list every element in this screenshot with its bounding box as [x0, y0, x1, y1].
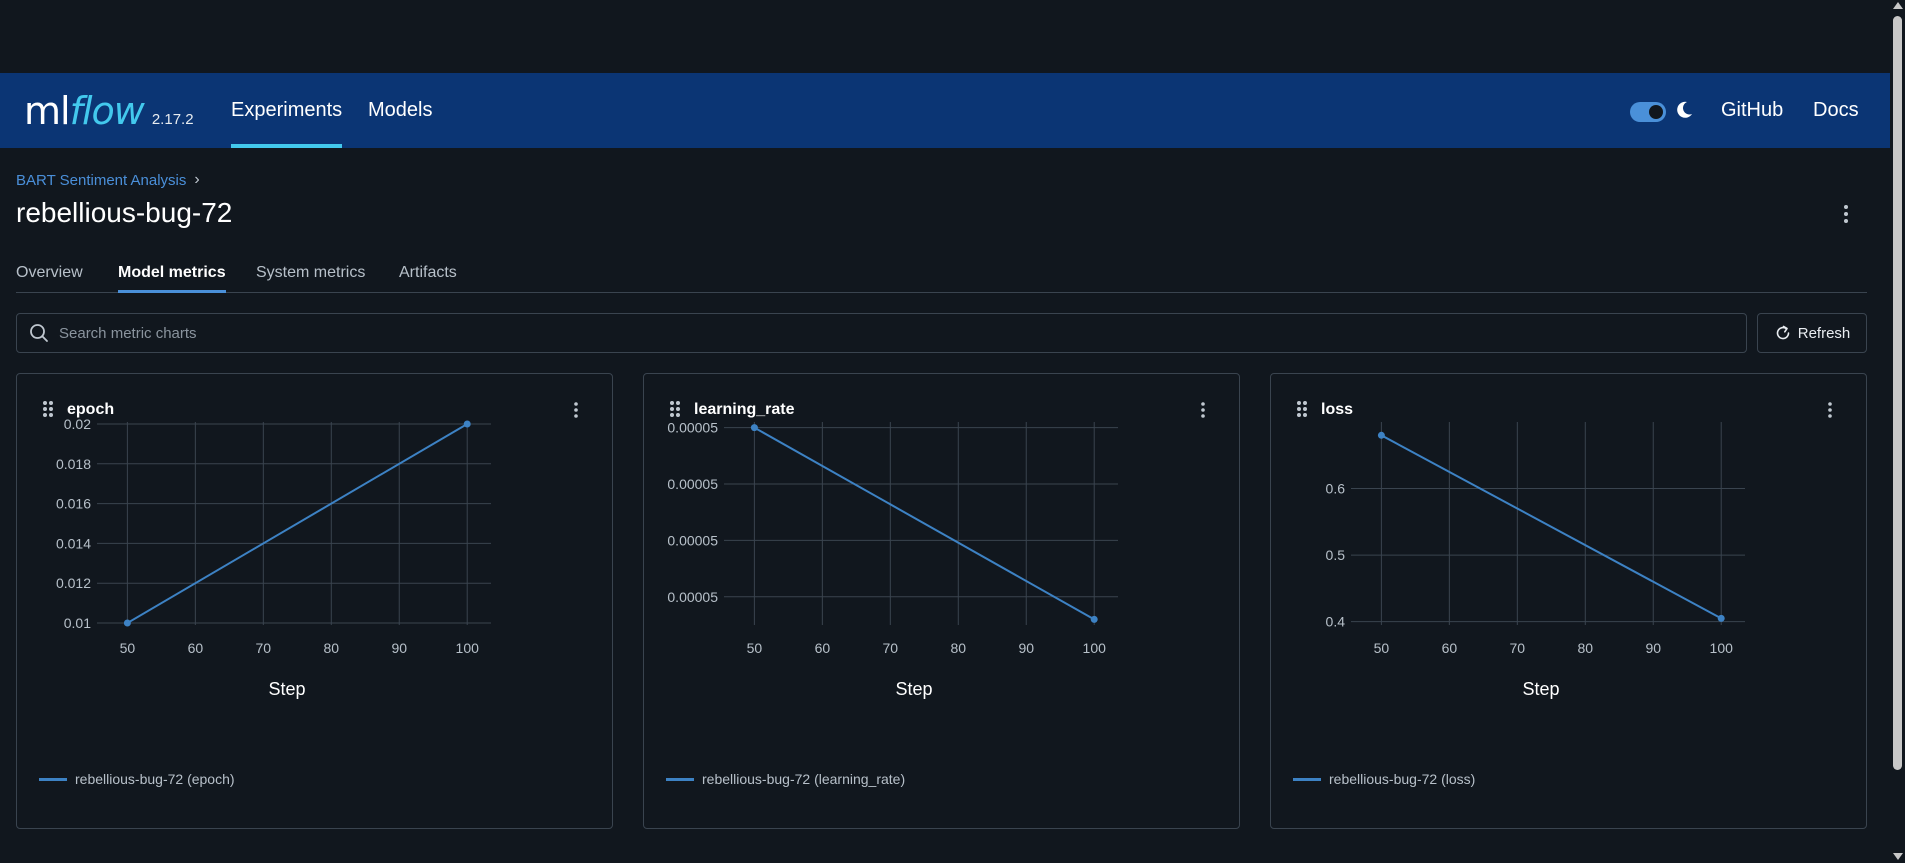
breadcrumb-experiment-link[interactable]: BART Sentiment Analysis: [16, 172, 186, 189]
y-tick-label: 0.012: [56, 575, 91, 591]
nav-docs[interactable]: Docs: [1813, 73, 1859, 148]
legend-label: rebellious-bug-72 (loss): [1329, 771, 1476, 787]
legend-label: rebellious-bug-72 (learning_rate): [702, 771, 906, 787]
chart-plot[interactable]: 50 60 70 80 90 100 0.4 0.5 0.6 Step: [1271, 374, 1868, 764]
breadcrumb-chevron-icon: ›: [194, 171, 200, 188]
y-tick-label: 0.00005: [667, 532, 718, 548]
top-strip: [0, 0, 1890, 73]
chart-plot[interactable]: 50 60 70 80 90 100 0.00005 0.00005 0.00005 0.0000…: [644, 374, 1241, 764]
legend-label: rebellious-bug-72 (epoch): [75, 771, 235, 787]
refresh-button[interactable]: Refresh: [1757, 313, 1867, 353]
run-tabs: Overview Model metrics System metrics Ar…: [16, 262, 1867, 293]
x-tick-label: 90: [391, 640, 407, 656]
x-tick-label: 100: [456, 640, 480, 656]
y-tick-label: 0.014: [56, 535, 91, 551]
series-line: [753, 426, 1095, 621]
x-tick-label: 70: [1510, 640, 1526, 656]
refresh-icon: [1776, 325, 1790, 340]
x-axis-title: Step: [1522, 679, 1559, 699]
data-point: [123, 619, 131, 627]
x-tick-label: 90: [1645, 640, 1661, 656]
y-tick-label: 0.01: [64, 615, 91, 631]
tab-system-metrics[interactable]: System metrics: [256, 264, 365, 293]
tab-overview[interactable]: Overview: [16, 264, 83, 293]
x-tick-label: 80: [1577, 640, 1593, 656]
chart-card-learning-rate: learning_rate 50 60 70 80 90 100 0.00005 0.0000…: [643, 373, 1240, 829]
run-actions-kebab-icon[interactable]: [1838, 202, 1854, 226]
x-tick-label: 60: [1442, 640, 1458, 656]
chart-card-epoch: epoch 50 60 70 80 90 100 0.01 0.012 0.014 0.016 0.…: [16, 373, 613, 829]
chart-legend-item[interactable]: rebellious-bug-72 (loss): [1293, 771, 1475, 787]
scrollbar-thumb[interactable]: [1893, 16, 1902, 770]
logo-ml-text: ml: [24, 89, 71, 133]
chart-legend-item[interactable]: rebellious-bug-72 (epoch): [39, 771, 235, 787]
data-point: [1090, 615, 1098, 623]
x-tick-label: 90: [1018, 640, 1034, 656]
y-tick-label: 0.016: [56, 496, 91, 512]
logo-flow-text: flow: [69, 89, 145, 133]
x-tick-label: 50: [747, 640, 763, 656]
breadcrumb: BART Sentiment Analysis ›: [16, 171, 200, 189]
data-point: [1717, 614, 1725, 622]
chart-legend-item[interactable]: rebellious-bug-72 (learning_rate): [666, 771, 905, 787]
x-tick-label: 60: [815, 640, 831, 656]
x-tick-label: 50: [1374, 640, 1390, 656]
series-line: [1380, 434, 1722, 620]
series-line: [126, 423, 468, 624]
chart-plot[interactable]: 50 60 70 80 90 100 0.01 0.012 0.014 0.016 0.018 0.0…: [17, 374, 614, 764]
y-tick-label: 0.02: [64, 416, 91, 432]
theme-toggle[interactable]: [1630, 102, 1666, 122]
tab-model-metrics[interactable]: Model metrics: [118, 264, 226, 293]
scroll-down-arrow-icon[interactable]: [1893, 853, 1903, 860]
search-box: [16, 313, 1747, 353]
data-point: [750, 424, 758, 432]
y-tick-label: 0.00005: [667, 476, 718, 492]
y-tick-label: 0.6: [1326, 481, 1346, 497]
x-tick-label: 70: [256, 640, 272, 656]
top-navbar: ml flow 2.17.2 Experiments Models GitHub …: [0, 73, 1890, 148]
moon-icon: [1677, 101, 1692, 118]
y-tick-label: 0.018: [56, 456, 91, 472]
y-tick-label: 0.00005: [667, 420, 718, 436]
search-icon: [30, 324, 48, 342]
page-title: rebellious-bug-72: [16, 197, 233, 228]
scroll-up-arrow-icon[interactable]: [1893, 2, 1903, 9]
legend-swatch: [1293, 777, 1321, 781]
x-tick-label: 80: [323, 640, 339, 656]
nav-models[interactable]: Models: [368, 73, 432, 148]
x-axis-title: Step: [268, 679, 305, 699]
mlflow-logo[interactable]: ml flow 2.17.2: [24, 89, 194, 133]
version-label: 2.17.2: [151, 111, 194, 128]
page-scrollbar[interactable]: [1890, 0, 1905, 863]
legend-swatch: [39, 777, 67, 781]
x-tick-label: 100: [1710, 640, 1734, 656]
x-tick-label: 100: [1083, 640, 1107, 656]
tab-artifacts[interactable]: Artifacts: [399, 264, 457, 293]
chart-card-loss: loss 50 60 70 80 90 100 0.4 0.5 0.6 Step rebellio…: [1270, 373, 1867, 829]
data-point: [463, 420, 471, 428]
x-tick-label: 50: [120, 640, 136, 656]
toggle-knob: [1649, 105, 1663, 119]
search-metric-charts-input[interactable]: [59, 324, 1659, 342]
y-tick-label: 0.5: [1326, 547, 1346, 563]
nav-experiments[interactable]: Experiments: [231, 73, 343, 148]
x-tick-label: 60: [188, 640, 204, 656]
x-tick-label: 80: [950, 640, 966, 656]
nav-github[interactable]: GitHub: [1721, 73, 1783, 148]
refresh-label: Refresh: [1797, 324, 1851, 342]
x-tick-label: 70: [883, 640, 899, 656]
y-tick-label: 0.00005: [667, 589, 718, 605]
legend-swatch: [666, 777, 694, 781]
y-tick-label: 0.4: [1326, 614, 1346, 630]
x-axis-title: Step: [895, 679, 932, 699]
data-point: [1377, 431, 1385, 439]
